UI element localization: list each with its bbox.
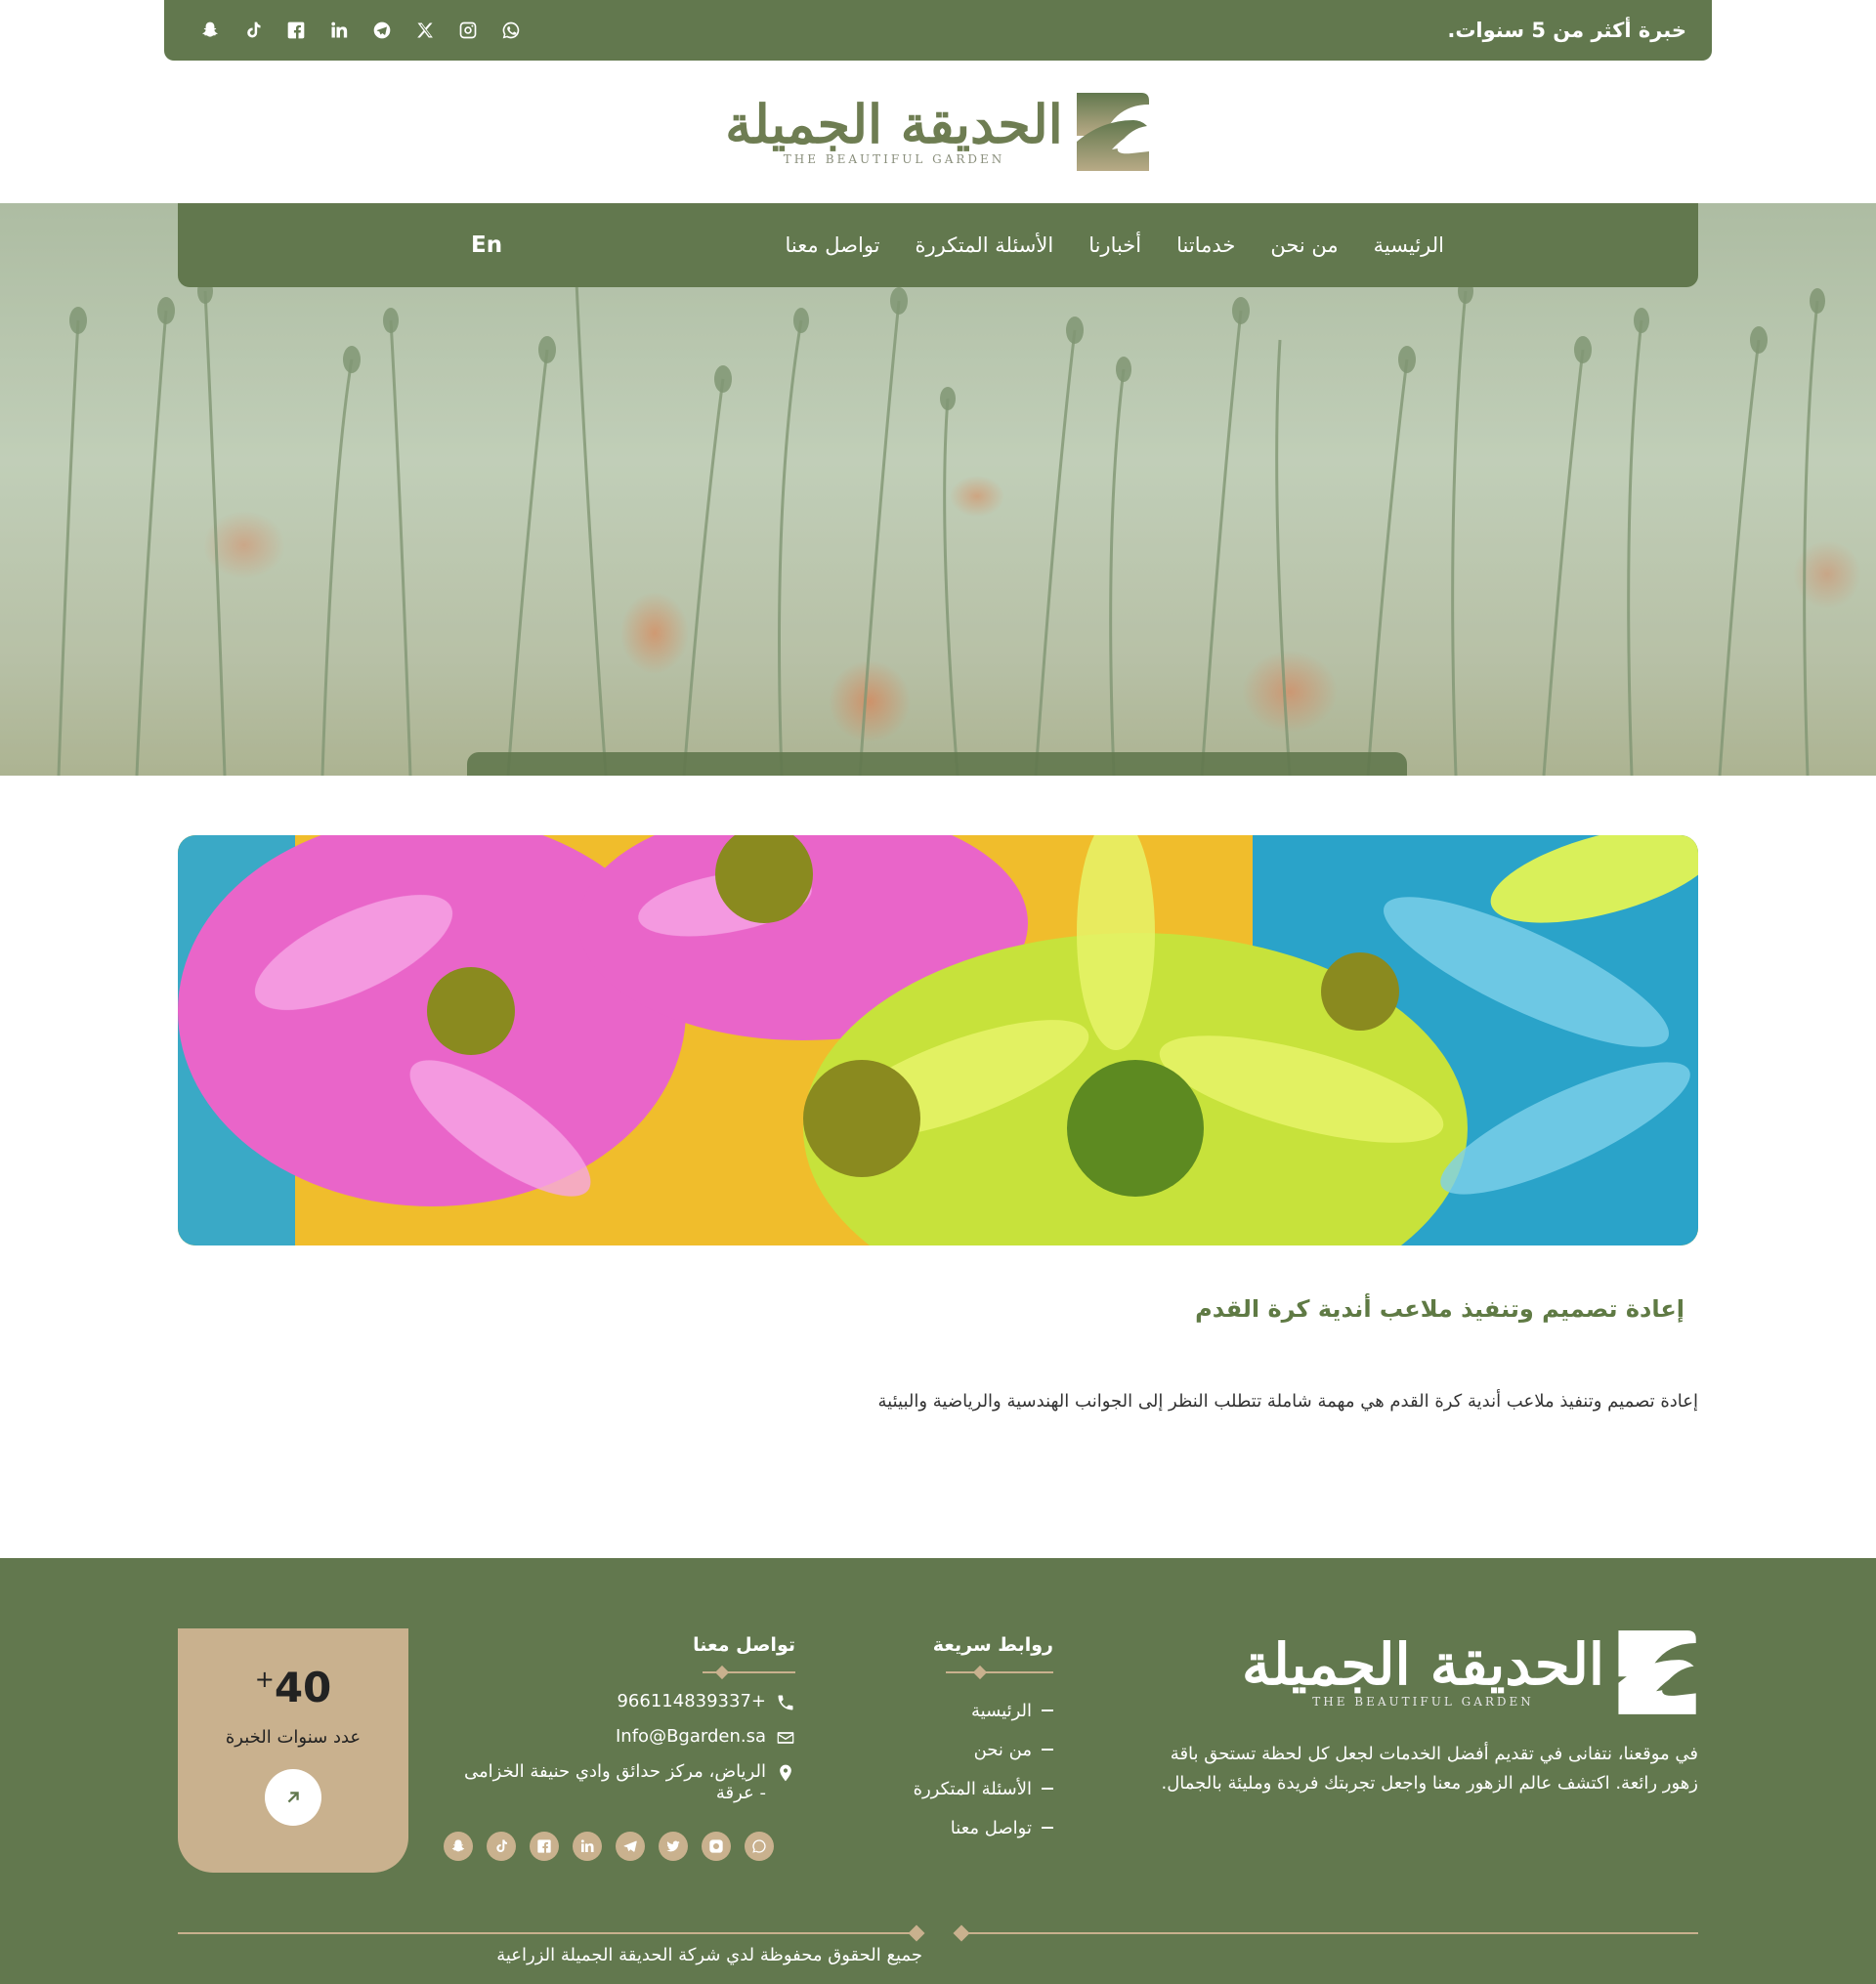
logo-english-name: THE BEAUTIFUL GARDEN — [783, 152, 1005, 166]
envelope-icon — [777, 1732, 794, 1744]
article-title: إعادة تصميم وتنفيذ ملاعب أندية كرة القدم — [1195, 1295, 1684, 1323]
article-feature-image — [178, 835, 1698, 1245]
nav-item-news[interactable]: أخبارنا — [1088, 233, 1141, 257]
experience-arrow-button[interactable] — [265, 1769, 321, 1826]
nav-menu: الرئيسية من نحن خدماتنا أخبارنا الأسئلة … — [785, 233, 1444, 257]
whatsapp-icon[interactable] — [500, 20, 522, 41]
logo-arabic-name: الحديقة الجميلة — [725, 93, 1063, 155]
x-icon[interactable] — [414, 20, 436, 41]
footer-logo[interactable]: الحديقة الجميلة THE BEAUTIFUL GARDEN — [1242, 1628, 1698, 1716]
nav-item-home[interactable]: الرئيسية — [1374, 233, 1444, 257]
footer-instagram-icon[interactable] — [702, 1832, 731, 1861]
telegram-icon[interactable] — [371, 20, 393, 41]
footer-about-text: في موقعنا، نتفانى في تقديم أفضل الخدمات … — [1161, 1744, 1698, 1794]
logo-mark-icon — [1076, 93, 1149, 171]
footer-logo-english-name: THE BEAUTIFUL GARDEN — [1312, 1695, 1534, 1709]
experience-banner-text: خبرة أكثر من 5 سنوات. — [1447, 19, 1686, 42]
experience-years-label: عدد سنوات الخبرة — [225, 1727, 362, 1748]
contact-email[interactable]: Info@Bgarden.sa — [453, 1726, 795, 1748]
nav-item-services[interactable]: خدماتنا — [1176, 233, 1235, 257]
logo-header: الحديقة الجميلة THE BEAUTIFUL GARDEN — [0, 61, 1876, 203]
instagram-icon[interactable] — [457, 20, 479, 41]
language-switch-button[interactable]: En — [471, 232, 502, 258]
footer-facebook-icon[interactable] — [530, 1832, 559, 1861]
footer-telegram-icon[interactable] — [616, 1832, 645, 1861]
contact-divider — [453, 1665, 795, 1680]
footer-link-home[interactable]: الرئيسية — [907, 1691, 1053, 1730]
tiktok-icon[interactable] — [242, 20, 264, 41]
quick-links-divider — [907, 1665, 1053, 1680]
linkedin-icon[interactable] — [328, 20, 350, 41]
footer-link-faq[interactable]: الأسئلة المتكررة — [907, 1769, 1053, 1808]
main-navbar: الرئيسية من نحن خدماتنا أخبارنا الأسئلة … — [178, 203, 1698, 287]
footer-logo-mark-icon — [1618, 1630, 1696, 1714]
contact-phone[interactable]: 966114839337+ — [453, 1691, 795, 1712]
arrow-up-right-icon — [287, 1792, 299, 1803]
footer-logo-arabic-name: الحديقة الجميلة — [1242, 1631, 1604, 1698]
contact-title: تواصل معنا — [693, 1634, 795, 1656]
footer-twitter-icon[interactable] — [659, 1832, 688, 1861]
footer-tiktok-icon[interactable] — [487, 1832, 516, 1861]
experience-card: +40 عدد سنوات الخبرة — [178, 1628, 408, 1873]
snapchat-icon[interactable] — [199, 20, 221, 41]
hero-banner: الرئيسية من نحن خدماتنا أخبارنا الأسئلة … — [0, 203, 1876, 776]
topbar-social-icons — [199, 20, 522, 41]
site-logo[interactable]: الحديقة الجميلة THE BEAUTIFUL GARDEN — [725, 91, 1150, 173]
nav-item-faq[interactable]: الأسئلة المتكررة — [916, 233, 1054, 257]
footer-link-about[interactable]: من نحن — [907, 1730, 1053, 1769]
footer-contact: تواصل معنا 966114839337+ Info@Bgarden.sa… — [444, 1634, 795, 1861]
footer-linkedin-icon[interactable] — [573, 1832, 602, 1861]
phone-icon — [778, 1695, 793, 1710]
contact-address: الرياض، مركز حدائق وادي حنيفة الخزامى - … — [453, 1761, 795, 1804]
facebook-icon[interactable] — [285, 20, 307, 41]
footer-link-contact[interactable]: تواصل معنا — [907, 1808, 1053, 1847]
footer-social-icons — [444, 1832, 795, 1861]
location-pin-icon — [780, 1764, 791, 1782]
colorful-daisies-image — [178, 835, 1698, 1245]
site-footer: الحديقة الجميلة THE BEAUTIFUL GARDEN في … — [0, 1558, 1876, 1984]
top-bar: خبرة أكثر من 5 سنوات. — [164, 0, 1712, 61]
nav-item-contact[interactable]: تواصل معنا — [785, 233, 879, 257]
footer-whatsapp-icon[interactable] — [745, 1832, 774, 1861]
footer-snapchat-icon[interactable] — [444, 1832, 473, 1861]
nav-item-about[interactable]: من نحن — [1270, 233, 1338, 257]
hero-bottom-tab — [467, 752, 1407, 776]
copyright-text: جميع الحقوق محفوظة لدي شركة الحديقة الجم… — [496, 1945, 922, 1965]
article-body: إعادة تصميم وتنفيذ ملاعب أندية كرة القدم… — [877, 1391, 1699, 1412]
experience-years-number: +40 — [254, 1664, 332, 1711]
quick-links-title: روابط سريعة — [932, 1634, 1053, 1656]
footer-quick-links: روابط سريعة الرئيسية من نحن الأسئلة المت… — [907, 1634, 1053, 1847]
